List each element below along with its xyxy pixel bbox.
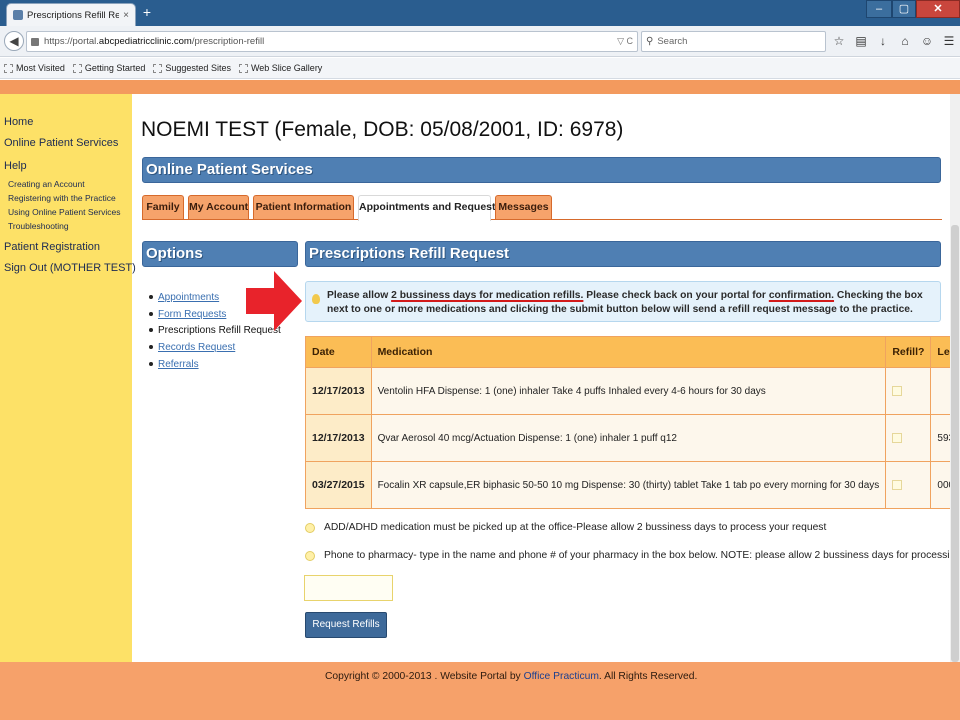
tab-messages[interactable]: Messages	[495, 195, 552, 219]
sidebar-help-using-services[interactable]: Using Online Patient Services	[8, 207, 120, 217]
row-date: 03/27/2015	[305, 461, 372, 509]
search-placeholder: Search	[657, 36, 688, 47]
url-text: https://portal.abcpediatricclinic.com/pr…	[44, 36, 265, 47]
pickup-option-label: ADD/ADHD medication must be picked up at…	[324, 522, 827, 533]
home-icon[interactable]: ⌂	[898, 34, 912, 48]
pickup-option[interactable]: ADD/ADHD medication must be picked up at…	[305, 522, 826, 533]
tab-bar: Family My Account Patient Information Ap…	[142, 195, 942, 221]
column-refill: Refill?	[885, 336, 932, 368]
services-header: Online Patient Services	[142, 157, 941, 183]
menu-icon[interactable]: ☰	[942, 34, 956, 48]
row-refill-cell	[885, 414, 932, 462]
tab-close-icon[interactable]: ×	[123, 10, 129, 21]
new-tab-button[interactable]: +	[140, 4, 154, 20]
browser-toolbar-icons: ☆ ▤ ↓ ⌂ ☺ ☰	[832, 34, 956, 48]
window-maximize-button[interactable]: ▢	[892, 0, 916, 18]
sidebar-help-troubleshooting[interactable]: Troubleshooting	[8, 221, 69, 231]
bookmarks-bar: Most Visited Getting Started Suggested S…	[0, 58, 960, 79]
row-medication: Focalin XR capsule,ER biphasic 50-50 10 …	[370, 461, 887, 509]
option-appointments[interactable]: Appointments	[149, 292, 219, 303]
download-icon[interactable]: ↓	[876, 34, 890, 48]
footer: Copyright © 2000-2013 . Website Portal b…	[0, 662, 960, 720]
row-refill-cell	[885, 461, 932, 509]
lightbulb-icon	[312, 294, 320, 304]
sidebar-help-registering[interactable]: Registering with the Practice	[8, 193, 116, 203]
bookmark-star-icon[interactable]: ☆	[832, 34, 846, 48]
table-row: 03/27/2015 Focalin XR capsule,ER biphasi…	[305, 461, 960, 509]
browser-titlebar: Prescriptions Refill Request... × + – ▢ …	[0, 0, 960, 26]
column-date: Date	[305, 336, 372, 368]
sidebar-item-home[interactable]: Home	[4, 116, 33, 128]
search-icon: ⚲	[646, 36, 654, 47]
pharmacy-input[interactable]	[304, 575, 393, 601]
bookmark-icon	[153, 63, 163, 73]
window-minimize-button[interactable]: –	[866, 0, 892, 18]
options-header: Options	[142, 241, 298, 267]
bookmark-suggested-sites[interactable]: Suggested Sites	[153, 63, 231, 73]
sidebar-item-online-services[interactable]: Online Patient Services	[4, 137, 118, 149]
refill-notice: Please allow 2 bussiness days for medica…	[305, 281, 941, 322]
sidebar-item-sign-out[interactable]: Sign Out (MOTHER TEST)	[4, 262, 136, 274]
address-bar[interactable]: https://portal.abcpediatricclinic.com/pr…	[26, 31, 638, 52]
bookmark-web-slice-gallery[interactable]: Web Slice Gallery	[238, 63, 322, 73]
pickup-radio[interactable]	[305, 522, 315, 533]
bookmark-icon	[4, 63, 13, 73]
sidebar-help-creating-account[interactable]: Creating an Account	[8, 179, 85, 189]
office-practicum-link[interactable]: Office Practicum	[524, 671, 599, 682]
medication-table: Date Medication Refill? Learn More 12/17…	[305, 336, 960, 509]
copyright-text: Copyright © 2000-2013 . Website Portal b…	[325, 671, 698, 682]
tab-title: Prescriptions Refill Request...	[27, 9, 120, 21]
table-header-row: Date Medication Refill? Learn More	[305, 336, 960, 368]
sidebar: Home Online Patient Services Help Creati…	[0, 94, 136, 662]
row-medication: Ventolin HFA Dispense: 1 (one) inhaler T…	[370, 367, 887, 415]
bookmark-icon	[238, 63, 248, 73]
reading-list-icon[interactable]: ▤	[854, 34, 868, 48]
refill-header: Prescriptions Refill Request	[305, 241, 941, 267]
reload-icon[interactable]: ▽ C	[617, 36, 633, 47]
tab-appointments-requests[interactable]: Appointments and Requests	[358, 195, 501, 221]
tab-favicon-icon	[13, 10, 23, 20]
chat-icon[interactable]: ☺	[920, 34, 934, 48]
refill-checkbox[interactable]	[892, 386, 903, 396]
option-referrals[interactable]: Referrals	[149, 359, 199, 370]
browser-search-input[interactable]: ⚲ Search	[641, 31, 826, 52]
row-medication: Qvar Aerosol 40 mcg/Actuation Dispense: …	[370, 414, 887, 462]
pharmacy-radio[interactable]	[305, 550, 315, 561]
header-strip	[0, 80, 960, 94]
browser-tab[interactable]: Prescriptions Refill Request... ×	[6, 3, 136, 26]
bookmark-getting-started[interactable]: Getting Started	[72, 63, 145, 73]
annotation-arrow-icon	[246, 271, 302, 331]
column-medication: Medication	[370, 336, 887, 368]
refill-checkbox[interactable]	[892, 480, 903, 490]
back-button[interactable]: ◀	[4, 31, 24, 51]
request-refills-button[interactable]: Request Refills	[305, 612, 387, 638]
pharmacy-option[interactable]: Phone to pharmacy- type in the name and …	[305, 550, 960, 561]
tab-patient-information[interactable]: Patient Information	[253, 195, 354, 219]
option-records-request[interactable]: Records Request	[149, 342, 235, 353]
pharmacy-option-label: Phone to pharmacy- type in the name and …	[324, 550, 960, 561]
window-close-button[interactable]: ✕	[916, 0, 960, 18]
table-row: 12/17/2013 Ventolin HFA Dispense: 1 (one…	[305, 367, 960, 415]
table-row: 12/17/2013 Qvar Aerosol 40 mcg/Actuation…	[305, 414, 960, 462]
tab-my-account[interactable]: My Account	[188, 195, 249, 219]
bookmark-icon	[72, 63, 82, 73]
tab-family[interactable]: Family	[142, 195, 184, 219]
sidebar-item-registration[interactable]: Patient Registration	[4, 241, 100, 253]
scrollbar-thumb[interactable]	[951, 225, 959, 662]
option-form-requests[interactable]: Form Requests	[149, 309, 226, 320]
lock-icon	[31, 37, 39, 46]
bookmark-most-visited[interactable]: Most Visited	[4, 63, 65, 73]
sidebar-item-help[interactable]: Help	[4, 160, 27, 172]
notice-text: Please allow 2 bussiness days for medica…	[327, 290, 923, 315]
page-title: NOEMI TEST (Female, DOB: 05/08/2001, ID:…	[141, 118, 624, 141]
row-refill-cell	[885, 367, 932, 415]
row-date: 12/17/2013	[305, 414, 372, 462]
row-date: 12/17/2013	[305, 367, 372, 415]
refill-checkbox[interactable]	[892, 433, 903, 443]
browser-navbar: ◀ https://portal.abcpediatricclinic.com/…	[0, 26, 960, 57]
